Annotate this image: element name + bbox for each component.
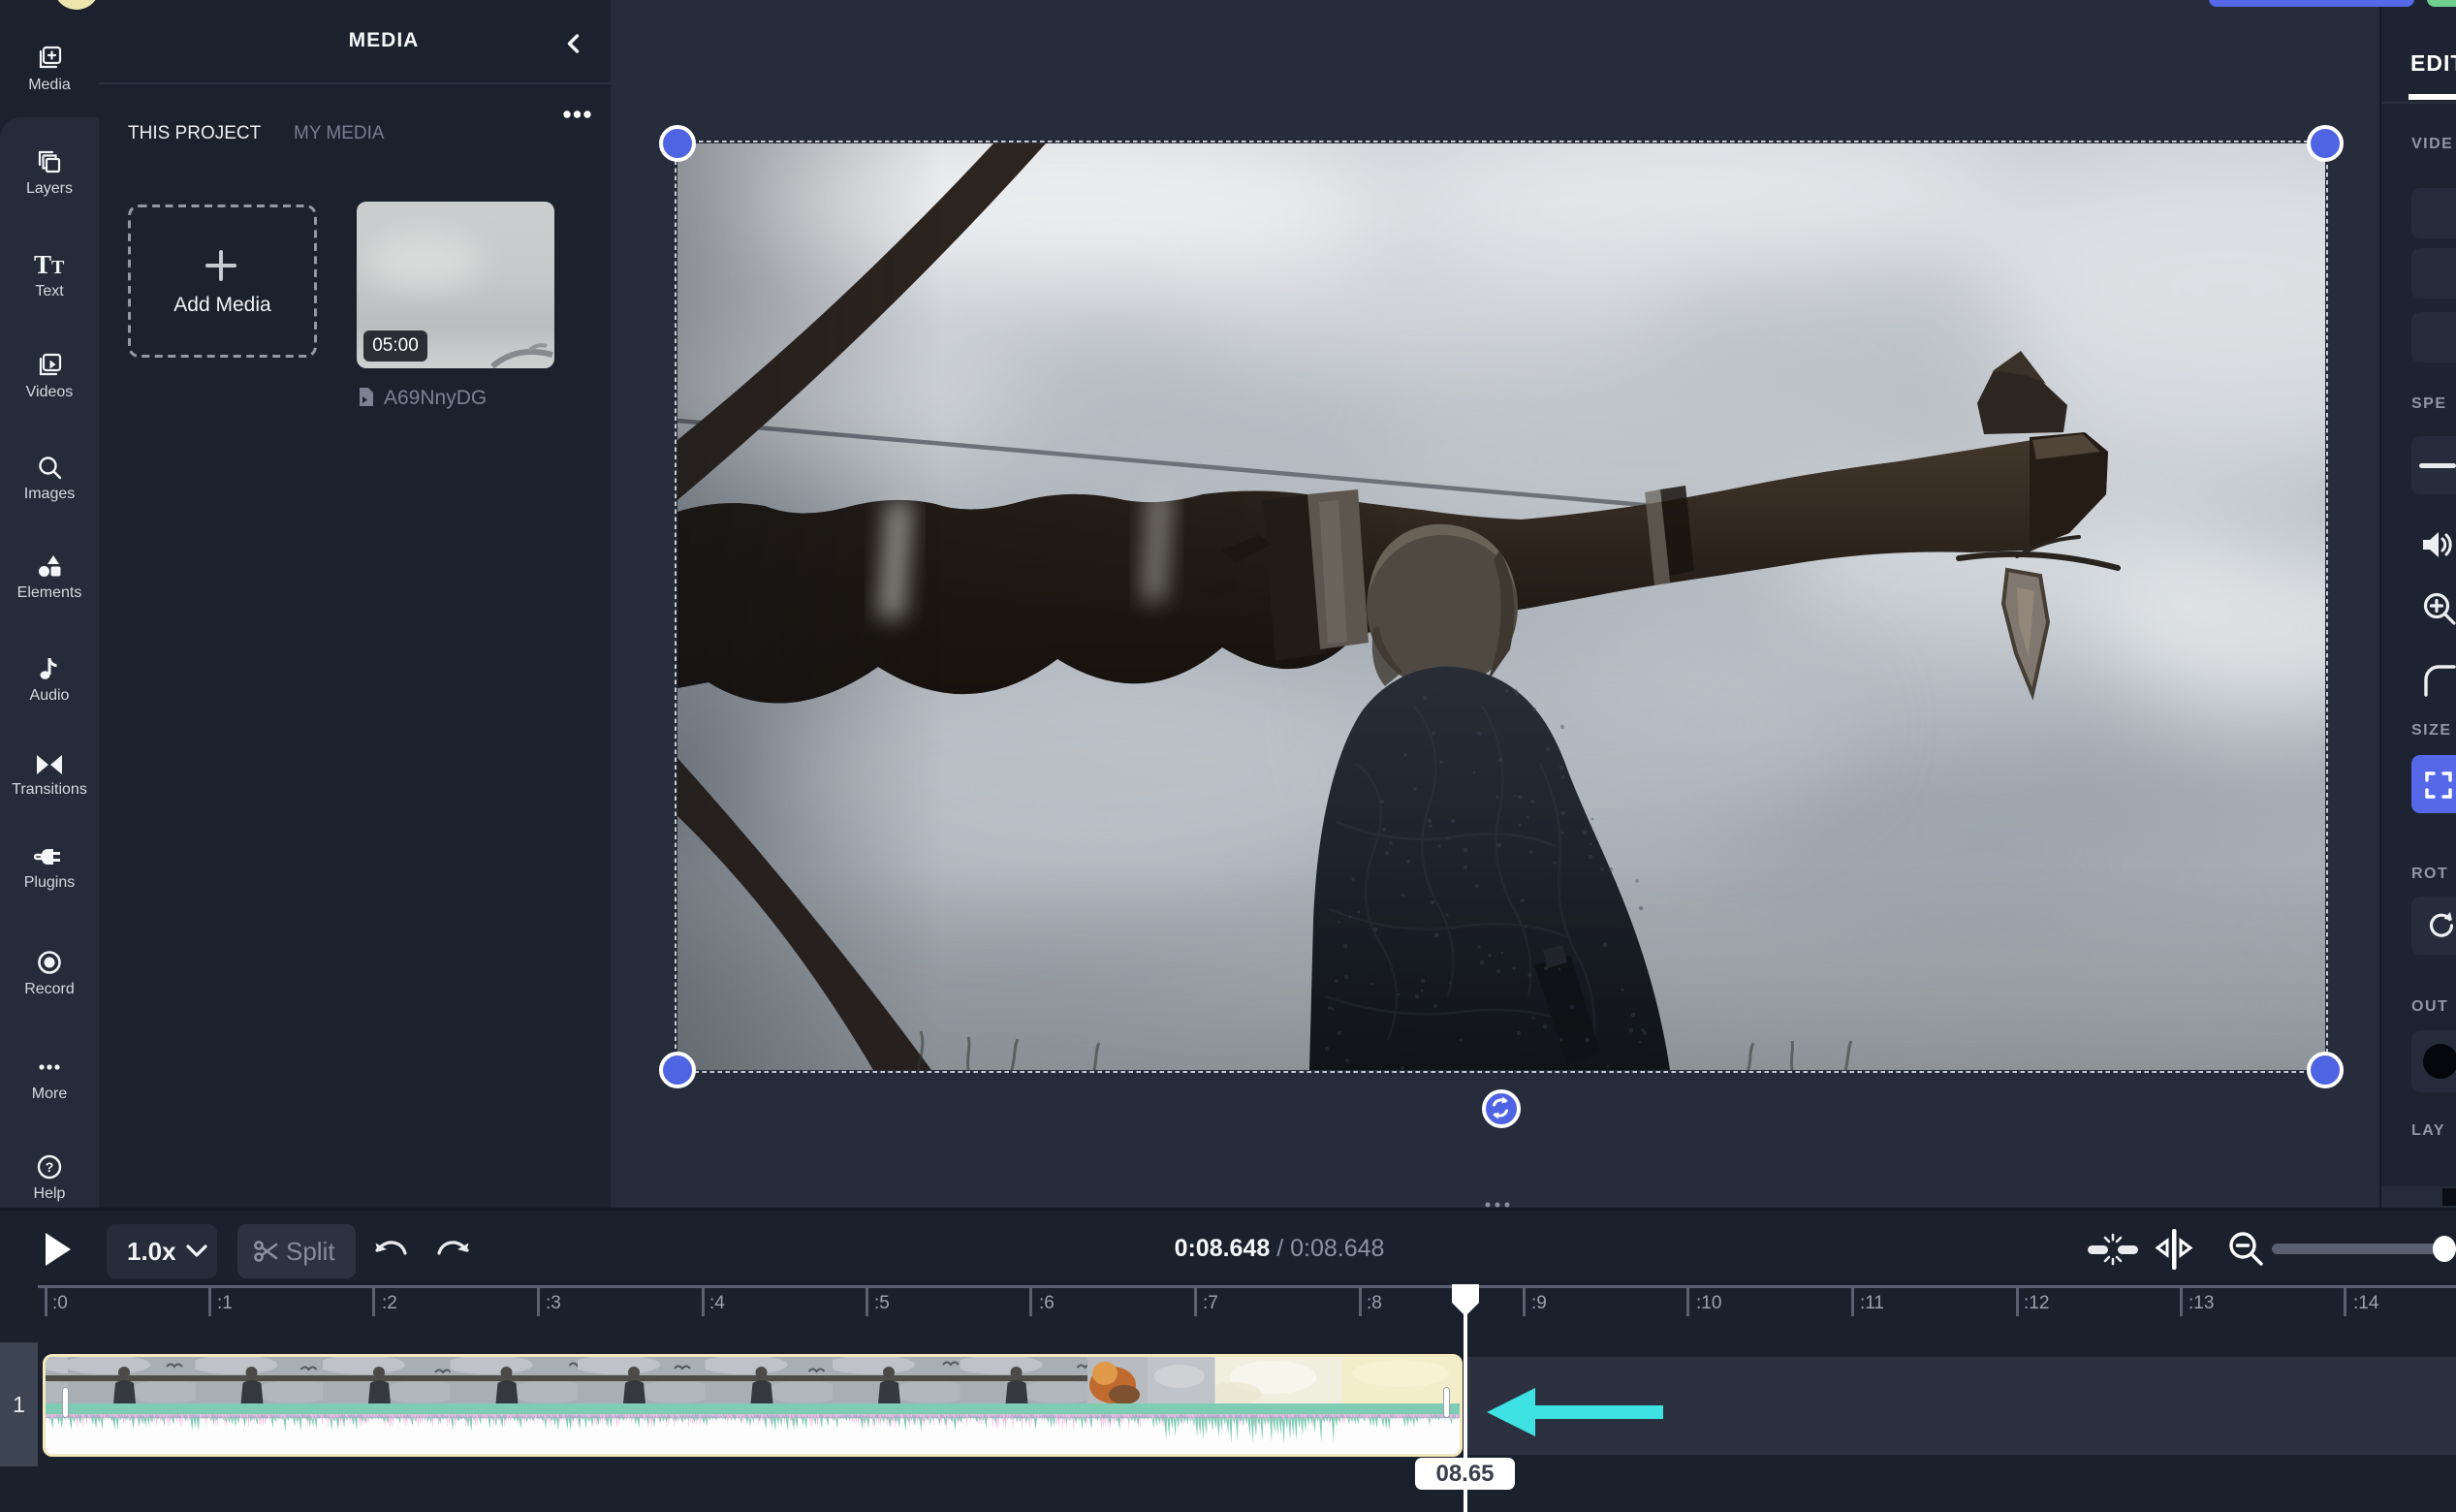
svg-text:?: ? xyxy=(46,1159,54,1175)
svg-text:T: T xyxy=(34,250,51,279)
svg-text:T: T xyxy=(51,257,65,278)
